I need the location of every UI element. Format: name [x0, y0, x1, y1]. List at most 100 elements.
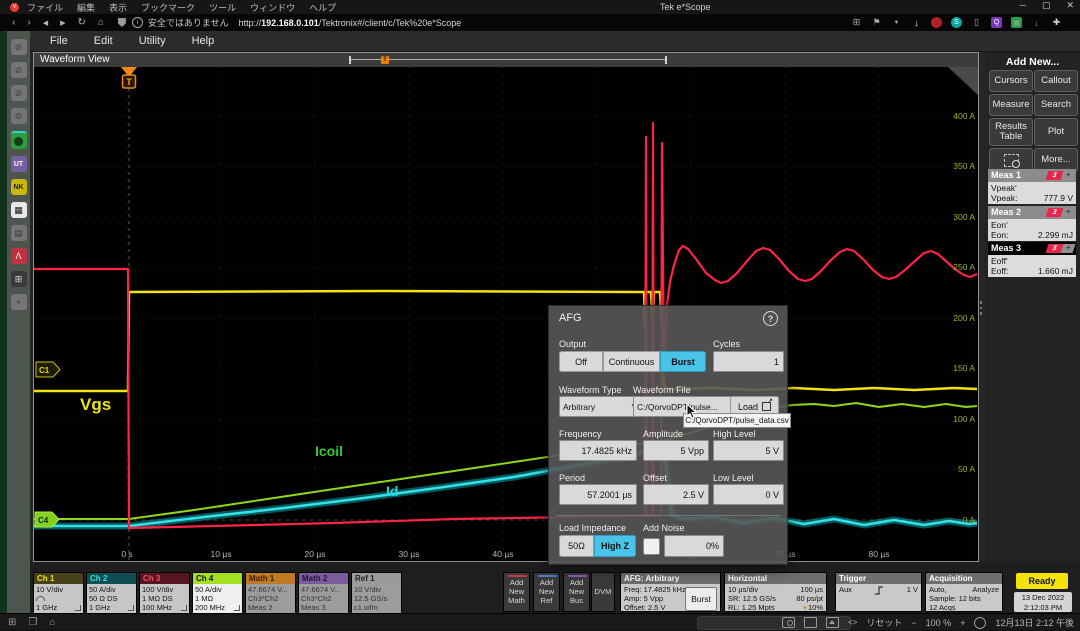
- channel-badge-ch1[interactable]: Ch 1 10 V/div 1 GHz: [33, 572, 84, 612]
- zoom-reset-label[interactable]: リセット: [866, 616, 902, 629]
- menu-window-jp[interactable]: ウィンドウ: [250, 1, 295, 14]
- home-button[interactable]: ⌂: [98, 17, 104, 28]
- ext-download-icon[interactable]: ↓: [1031, 17, 1042, 28]
- menu-utility[interactable]: Utility: [139, 35, 166, 47]
- horizontal-overview-bar[interactable]: T: [349, 56, 667, 64]
- plot-corner-handle[interactable]: [948, 67, 978, 95]
- panel-drag-handle[interactable]: [979, 301, 983, 321]
- menu-edit-jp[interactable]: 編集: [77, 1, 95, 14]
- nk-badge-icon[interactable]: NK: [11, 179, 27, 195]
- screenshot-icon[interactable]: [782, 617, 795, 628]
- trigger-marker[interactable]: T: [121, 67, 137, 88]
- menu-edit[interactable]: Edit: [94, 35, 113, 47]
- zoom-out-button[interactable]: −: [911, 618, 916, 628]
- cycles-field[interactable]: 1: [713, 351, 784, 372]
- add-new-math-button[interactable]: Add New Math: [503, 572, 530, 612]
- channel-badge-ch3[interactable]: Ch 3 100 V/div1 MΩ DS 100 MHz: [139, 572, 190, 612]
- menu-help-jp[interactable]: ヘルプ: [309, 1, 336, 14]
- meas3-expand-icon[interactable]: +: [1061, 244, 1076, 253]
- window-close-button[interactable]: ✕: [1066, 0, 1074, 11]
- trace-id-ch2[interactable]: [34, 448, 977, 526]
- ext-purple-icon[interactable]: Q: [991, 17, 1002, 28]
- menu-bookmarks-jp[interactable]: ブックマーク: [141, 1, 195, 14]
- add-panel-icon[interactable]: +: [11, 294, 27, 310]
- waveform-type-dropdown[interactable]: Arbitrary▼: [559, 396, 641, 417]
- reload-button[interactable]: ↻: [77, 17, 85, 28]
- plot-button[interactable]: Plot: [1034, 118, 1078, 146]
- menu-file[interactable]: File: [50, 35, 68, 47]
- channel-badge-ch2[interactable]: Ch 2 50 A/div50 Ω DS 1 GHz: [86, 572, 137, 612]
- trace-icoil-ch4[interactable]: [34, 403, 977, 519]
- measurement-badge-1[interactable]: Meas 1 3+ Vpeak' Vpeak:777.9 V: [988, 169, 1076, 204]
- afg-burst-button[interactable]: Burst: [685, 587, 717, 611]
- add-new-ref-button[interactable]: Add New Ref: [533, 572, 560, 612]
- add-noise-checkbox[interactable]: [643, 538, 660, 555]
- ext-teal-icon[interactable]: S: [951, 17, 962, 28]
- output-continuous-button[interactable]: Continuous: [603, 351, 660, 372]
- channel-badge-ref1[interactable]: Ref 1 10 V/div12.5 GS/s c1.wfm: [351, 572, 402, 612]
- panel-icon[interactable]: ❒: [28, 617, 37, 628]
- ut-badge-icon[interactable]: UT: [11, 156, 27, 172]
- results-table-button[interactable]: Results Table: [989, 118, 1033, 146]
- afg-dialog[interactable]: AFG ? Output Cycles Off Continuous Burst…: [548, 305, 788, 565]
- dvm-button[interactable]: DVM: [591, 572, 615, 612]
- callout-button[interactable]: Callout: [1034, 70, 1078, 92]
- tab-icon-1[interactable]: ⊘: [11, 39, 27, 55]
- forward-button[interactable]: ›: [27, 17, 30, 28]
- window-minimize-button[interactable]: ─: [1020, 0, 1026, 11]
- channel-badge-math2[interactable]: Math 2 47.6674 V...Ch3*Ch2 Meas 3: [298, 572, 349, 612]
- period-field[interactable]: 57.2001 µs: [559, 484, 637, 505]
- output-burst-button[interactable]: Burst: [660, 351, 706, 372]
- overview-trigger-marker[interactable]: T: [381, 56, 389, 64]
- output-off-button[interactable]: Off: [559, 351, 603, 372]
- extensions-puzzle-icon[interactable]: ✚: [1051, 17, 1062, 28]
- code-icon[interactable]: <>: [848, 618, 857, 627]
- red-app-icon[interactable]: Λ: [11, 248, 27, 264]
- noise-percent-field[interactable]: 0%: [664, 535, 724, 557]
- amplitude-field[interactable]: 5 Vpp: [643, 440, 709, 461]
- ch1-reference-tag[interactable]: C1: [36, 362, 60, 377]
- ext-ghost-icon[interactable]: ▯: [971, 17, 982, 28]
- measure-button[interactable]: Measure: [989, 94, 1033, 116]
- window-maximize-button[interactable]: ▢: [1042, 0, 1051, 11]
- menu-tools-jp[interactable]: ツール: [209, 1, 236, 14]
- trace-vgs-ch1[interactable]: [34, 291, 977, 391]
- image-icon[interactable]: [826, 617, 839, 628]
- measurement-badge-3[interactable]: Meas 3 3+ Eoff' Eoff:1.660 mJ: [988, 242, 1076, 277]
- browser-logo-icon[interactable]: V: [10, 3, 19, 12]
- tile-grid-icon[interactable]: ⊞: [8, 617, 16, 628]
- trigger-panel[interactable]: Trigger Aux 1 V: [835, 572, 922, 612]
- acquisition-panel[interactable]: Acquisition Auto,Analyze Sample: 12 bits…: [925, 572, 1003, 612]
- add-new-bus-button[interactable]: Add New Bus: [563, 572, 590, 612]
- info-icon[interactable]: i: [132, 17, 143, 28]
- menu-file-jp[interactable]: ファイル: [27, 1, 63, 14]
- trace-vds-ch3[interactable]: [34, 123, 977, 528]
- search-button[interactable]: Search: [1034, 94, 1078, 116]
- bookmark-icon[interactable]: ⚑: [871, 17, 882, 28]
- address-bar[interactable]: http://192.168.0.101/Tektronix#/client/c…: [239, 18, 462, 28]
- home-panel-icon[interactable]: ⌂: [49, 617, 55, 628]
- window-capture-icon[interactable]: [804, 617, 817, 628]
- qr-code-icon[interactable]: ▦: [11, 202, 27, 218]
- rewind-button[interactable]: ◀: [43, 19, 48, 27]
- active-tab-icon[interactable]: [11, 131, 27, 149]
- doc-icon[interactable]: ▤: [11, 225, 27, 241]
- horizontal-panel[interactable]: Horizontal 10 µs/div100 µs SR: 12.5 GS/s…: [724, 572, 827, 612]
- high-level-field[interactable]: 5 V: [713, 440, 784, 461]
- panel-toggle-icon[interactable]: ⊞: [851, 17, 862, 28]
- waveform-plot[interactable]: 0 s 10 µs 20 µs 30 µs 40 µs 50 µs 60 µs …: [34, 67, 978, 561]
- tab-icon-3[interactable]: ⊘: [11, 85, 27, 101]
- zoom-in-button[interactable]: +: [960, 618, 965, 628]
- grid-apps-icon[interactable]: ⊞: [11, 271, 27, 287]
- zoom-level[interactable]: 100 %: [926, 618, 952, 628]
- menu-view-jp[interactable]: 表示: [109, 1, 127, 14]
- impedance-50ohm-button[interactable]: 50Ω: [559, 535, 594, 557]
- meas2-expand-icon[interactable]: +: [1061, 208, 1076, 217]
- measurement-badge-2[interactable]: Meas 2 3+ Eon' Eon:2.299 mJ: [988, 206, 1076, 241]
- meas1-expand-icon[interactable]: +: [1061, 171, 1076, 180]
- ext-red-icon[interactable]: [931, 17, 942, 28]
- frequency-field[interactable]: 17.4825 kHz: [559, 440, 637, 461]
- menu-help[interactable]: Help: [192, 35, 215, 47]
- impedance-highz-button[interactable]: High Z: [594, 535, 636, 557]
- channel-badge-math1[interactable]: Math 1 47.6674 V...Ch3*Ch2 Meas 2: [245, 572, 296, 612]
